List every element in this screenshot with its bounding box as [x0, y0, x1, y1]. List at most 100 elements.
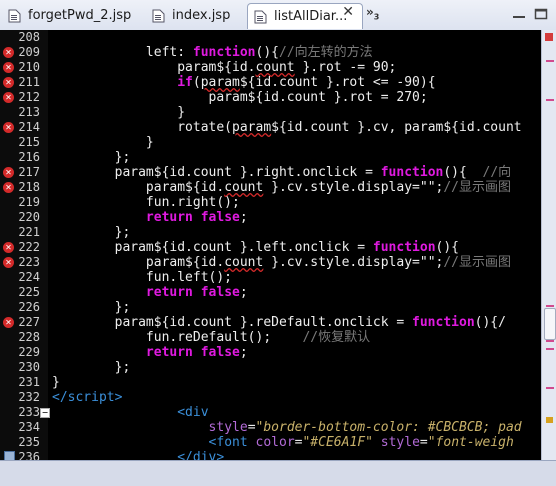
code-line[interactable]: 235 <font color="#CE6A1F" style="font-we… [0, 435, 541, 450]
editor-tab-bar: forgetPwd_2.jsp index.jsp listAllDiar... ✕ … [0, 0, 556, 31]
line-number: 216 [18, 150, 40, 164]
tab-forgetpwd-2-jsp[interactable]: forgetPwd_2.jsp [2, 3, 136, 29]
line-number: 233 [18, 405, 40, 419]
error-marker-icon[interactable]: ✕ [3, 62, 14, 73]
code-text: <font color="#CE6A1F" style="font-weigh [208, 435, 514, 450]
line-number: 215 [18, 135, 40, 149]
line-number: 226 [18, 300, 40, 314]
line-number: 230 [18, 360, 40, 374]
minimize-icon[interactable] [512, 8, 526, 20]
line-number: 220 [18, 210, 40, 224]
error-marker-icon[interactable]: ✕ [3, 122, 14, 133]
line-number: 209 [18, 45, 40, 59]
line-number: 227 [18, 315, 40, 329]
code-line[interactable]: ✕ 222 param${id.count }.left.onclick = fu… [0, 240, 541, 255]
code-text: } [52, 135, 154, 150]
code-text: } [52, 375, 60, 390]
line-number: 210 [18, 60, 40, 74]
code-text: }; [52, 300, 131, 315]
line-number: 211 [18, 75, 40, 89]
code-line[interactable]: 216 }; [0, 150, 541, 165]
warning-ruler-mark[interactable] [546, 417, 553, 423]
error-marker-icon[interactable]: ✕ [3, 77, 14, 88]
code-line[interactable]: ✕ 211 if(param${id.count }.rot <= -90){ [0, 75, 541, 90]
code-line[interactable]: 208 [0, 30, 541, 45]
code-text: if(param${id.count }.rot <= -90){ [177, 75, 436, 90]
error-marker-icon[interactable]: ✕ [3, 92, 14, 103]
code-text: }; [52, 225, 131, 240]
code-text: }; [52, 360, 131, 375]
code-line[interactable]: ✕ 223 param${id.count }.cv.style.display=… [0, 255, 541, 270]
code-text: fun.reDefault(); //恢复默认 [52, 330, 371, 345]
code-line[interactable]: 221 }; [0, 225, 541, 240]
fold-toggle-icon[interactable]: − [40, 408, 50, 418]
error-marker-icon[interactable]: ✕ [3, 317, 14, 328]
code-text: param${id.count }.cv.style.display="";//… [52, 180, 512, 195]
code-text: }; [52, 150, 131, 165]
code-line[interactable]: 220 return false; [0, 210, 541, 225]
error-ruler-mark[interactable] [546, 305, 554, 307]
tab-listalldiar-[interactable]: listAllDiar... ✕ [247, 3, 363, 29]
code-line[interactable]: ✕ 227 param${id.count }.reDefault.onclick… [0, 315, 541, 330]
line-number: 229 [18, 345, 40, 359]
code-text: style="border-bottom-color: #CBCBCB; pad [208, 420, 522, 435]
tab-overflow-button[interactable]: »3 [366, 5, 379, 21]
code-line[interactable]: ✕ 210 param${id.count }.rot -= 90; [0, 60, 541, 75]
line-number: 228 [18, 330, 40, 344]
code-line[interactable]: 225 return false; [0, 285, 541, 300]
code-line[interactable]: 236 </div> [0, 450, 541, 460]
code-text: param${id.count }.rot -= 90; [52, 60, 397, 75]
code-line[interactable]: 231} [0, 375, 541, 390]
error-ruler-mark[interactable] [546, 60, 554, 62]
line-number: 214 [18, 120, 40, 134]
line-number: 234 [18, 420, 40, 434]
line-number: 231 [18, 375, 40, 389]
code-line[interactable]: 226 }; [0, 300, 541, 315]
line-number: 222 [18, 240, 40, 254]
code-line[interactable]: 234 style="border-bottom-color: #CBCBCB;… [0, 420, 541, 435]
code-text: param${id.count }.cv.style.display="";//… [52, 255, 512, 270]
code-text: param${id.count }.right.onclick = functi… [52, 165, 512, 180]
error-summary-icon[interactable] [545, 33, 553, 41]
error-marker-icon[interactable]: ✕ [3, 167, 14, 178]
code-line[interactable]: 213 } [0, 105, 541, 120]
scrollbar-thumb[interactable] [544, 308, 556, 340]
error-marker-icon[interactable]: ✕ [3, 182, 14, 193]
error-marker-icon[interactable]: ✕ [3, 47, 14, 58]
line-number: 213 [18, 105, 40, 119]
code-line[interactable]: ✕ 212 param${id.count }.rot = 270; [0, 90, 541, 105]
code-line[interactable]: ✕ 214 rotate(param${id.count }.cv, param$… [0, 120, 541, 135]
maximize-icon[interactable] [534, 8, 548, 20]
error-ruler-mark[interactable] [546, 387, 554, 389]
code-line[interactable]: −233 <div [0, 405, 541, 420]
code-line[interactable]: 215 } [0, 135, 541, 150]
code-line[interactable]: ✕ 218 param${id.count }.cv.style.display=… [0, 180, 541, 195]
code-editor[interactable]: 208 ✕ 209 left: function(){//向左转的方法 ✕ 210 pa… [0, 30, 541, 460]
code-text: param${id.count }.rot = 270; [52, 90, 428, 105]
code-line[interactable]: 230 }; [0, 360, 541, 375]
code-line[interactable]: 219 fun.right(); [0, 195, 541, 210]
tab-index-jsp[interactable]: index.jsp [146, 3, 242, 29]
line-number: 208 [18, 30, 40, 44]
code-line[interactable]: ✕ 217 param${id.count }.right.onclick = f… [0, 165, 541, 180]
code-line[interactable]: 224 fun.left(); [0, 270, 541, 285]
error-ruler-mark[interactable] [546, 99, 554, 101]
line-number: 218 [18, 180, 40, 194]
code-text: return false; [145, 345, 248, 360]
code-text: fun.left(); [52, 270, 233, 285]
error-marker-icon[interactable]: ✕ [3, 242, 14, 253]
error-ruler-mark[interactable] [546, 340, 554, 342]
overview-ruler[interactable] [541, 30, 556, 460]
code-text: rotate(param${id.count }.cv, param${id.c… [52, 120, 522, 135]
code-line[interactable]: 232 </script> [0, 390, 541, 405]
code-line[interactable]: ✕ 209 left: function(){//向左转的方法 [0, 45, 541, 60]
code-line[interactable]: 229 return false; [0, 345, 541, 360]
line-number: 223 [18, 255, 40, 269]
horizontal-scroll-area[interactable] [0, 460, 556, 486]
close-tab-icon[interactable]: ✕ [342, 4, 354, 20]
code-line[interactable]: 228 fun.reDefault(); //恢复默认 [0, 330, 541, 345]
line-number: 212 [18, 90, 40, 104]
error-marker-icon[interactable]: ✕ [3, 257, 14, 268]
line-number: 221 [18, 225, 40, 239]
error-ruler-mark[interactable] [546, 348, 554, 350]
